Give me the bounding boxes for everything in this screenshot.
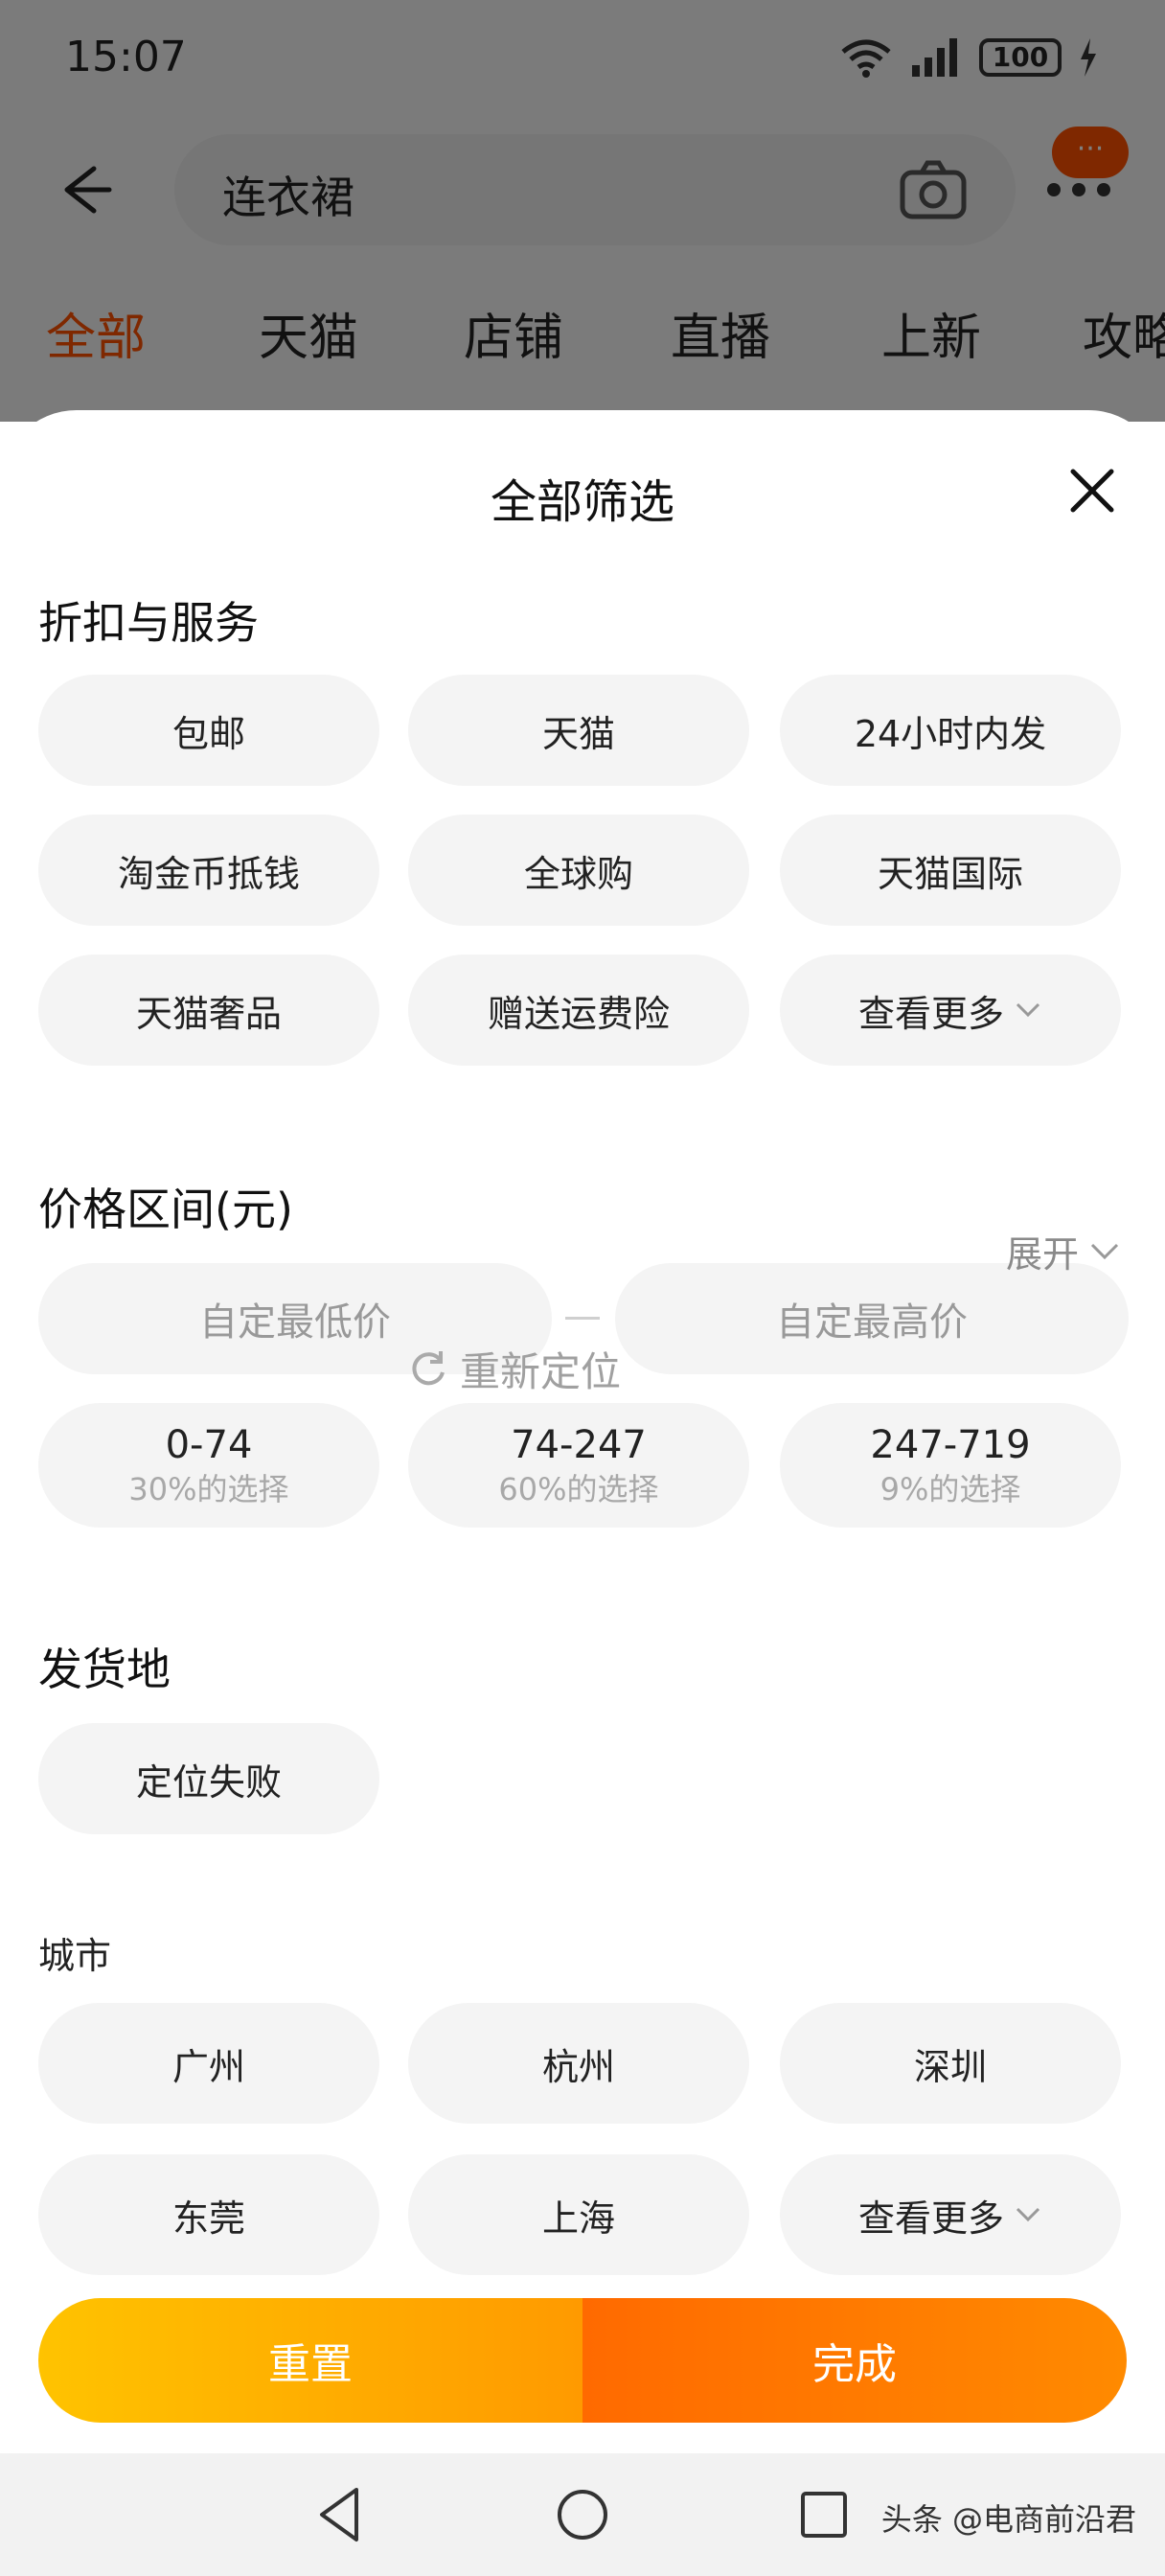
max-price-placeholder: 自定最高价 (776, 1300, 968, 1345)
price-range-label: 0-74 (165, 1423, 253, 1467)
chip-tmall-luxury[interactable]: 天猫奢品 (38, 954, 379, 1066)
nav-home-icon[interactable] (550, 2482, 615, 2547)
city-title: 城市 (38, 1935, 112, 1977)
sheet-title: 全部筛选 (490, 475, 674, 529)
watermark: 头条 @电商前沿君 (880, 2501, 1136, 2538)
chip-label: 东莞 (171, 2196, 245, 2240)
relocate-button[interactable]: 重新定位 (408, 1340, 621, 1398)
price-range-share: 30%的选择 (128, 1471, 289, 1507)
chip-tmall-intl[interactable]: 天猫国际 (780, 815, 1121, 926)
filter-sheet: 全部筛选 折扣与服务 包邮 天猫 24小时内发 淘金币抵钱 全球购 天猫国际 天… (0, 410, 1165, 2453)
chip-label: 包邮 (171, 712, 245, 755)
city-chip-shenzhen[interactable]: 深圳 (780, 2003, 1121, 2124)
chevron-down-icon (1090, 1243, 1119, 1259)
chip-label: 天猫国际 (877, 852, 1023, 895)
chip-label: 广州 (171, 2045, 245, 2088)
price-range-chip-2[interactable]: 74-247 60%的选择 (408, 1403, 749, 1528)
expand-ship-from[interactable]: 展开 (1006, 1225, 1121, 1277)
chip-label: 赠送运费险 (487, 992, 670, 1035)
max-price-input[interactable]: 自定最高价 (615, 1263, 1129, 1374)
chip-see-more-services[interactable]: 查看更多 (780, 954, 1121, 1066)
price-range-label: 74-247 (511, 1423, 647, 1467)
chevron-down-icon (1016, 2207, 1040, 2222)
chip-24h-ship[interactable]: 24小时内发 (780, 675, 1121, 786)
chip-label: 深圳 (913, 2045, 987, 2088)
price-section-title: 价格区间(元) (38, 1184, 293, 1235)
city-chip-see-more[interactable]: 查看更多 (780, 2154, 1121, 2275)
price-range-chip-1[interactable]: 0-74 30%的选择 (38, 1403, 379, 1528)
min-price-placeholder: 自定最低价 (199, 1300, 391, 1345)
price-range-chip-3[interactable]: 247-719 9%的选择 (780, 1403, 1121, 1528)
reset-button[interactable]: 重置 (38, 2298, 582, 2423)
dim-overlay[interactable] (0, 0, 1165, 422)
system-nav-bar: 头条 @电商前沿君 (0, 2453, 1165, 2576)
chip-label: 上海 (541, 2196, 615, 2240)
chip-global-buy[interactable]: 全球购 (408, 815, 749, 926)
chip-taojinbi[interactable]: 淘金币抵钱 (38, 815, 379, 926)
price-range-label: 247-719 (870, 1423, 1031, 1467)
refresh-icon (412, 1350, 445, 1385)
chip-tmall[interactable]: 天猫 (408, 675, 749, 786)
chip-label: 定位失败 (135, 1760, 282, 1804)
nav-back-icon[interactable] (308, 2482, 374, 2547)
chip-label: 天猫 (541, 712, 615, 755)
chevron-down-icon (1016, 1002, 1040, 1018)
ship-from-section-title: 发货地 (38, 1644, 171, 1695)
price-range-share: 9%的选择 (879, 1471, 1021, 1507)
chip-free-shipping[interactable]: 包邮 (38, 675, 379, 786)
price-range-share: 60%的选择 (498, 1471, 659, 1507)
city-chip-dongguan[interactable]: 东莞 (38, 2154, 379, 2275)
chip-label: 杭州 (541, 2045, 615, 2088)
chip-label: 查看更多 (857, 2196, 1004, 2240)
bottom-action-bar: 重置 完成 (38, 2298, 1127, 2423)
discount-section-title: 折扣与服务 (38, 597, 259, 649)
city-chip-hangzhou[interactable]: 杭州 (408, 2003, 749, 2124)
chip-label: 天猫奢品 (135, 992, 282, 1035)
chip-shipping-insurance[interactable]: 赠送运费险 (408, 954, 749, 1066)
price-range-dash (565, 1317, 600, 1320)
chip-label: 淘金币抵钱 (117, 852, 300, 895)
location-status-chip[interactable]: 定位失败 (38, 1723, 379, 1834)
relocate-label: 重新定位 (460, 1348, 622, 1395)
city-chip-guangzhou[interactable]: 广州 (38, 2003, 379, 2124)
city-chip-shanghai[interactable]: 上海 (408, 2154, 749, 2275)
chip-label: 全球购 (523, 852, 633, 895)
expand-label: 展开 (1005, 1233, 1079, 1276)
nav-recents-icon[interactable] (791, 2482, 857, 2547)
done-button[interactable]: 完成 (582, 2298, 1127, 2423)
chip-label: 24小时内发 (854, 712, 1047, 755)
chip-label: 查看更多 (857, 992, 1004, 1035)
close-icon[interactable] (1063, 462, 1121, 519)
